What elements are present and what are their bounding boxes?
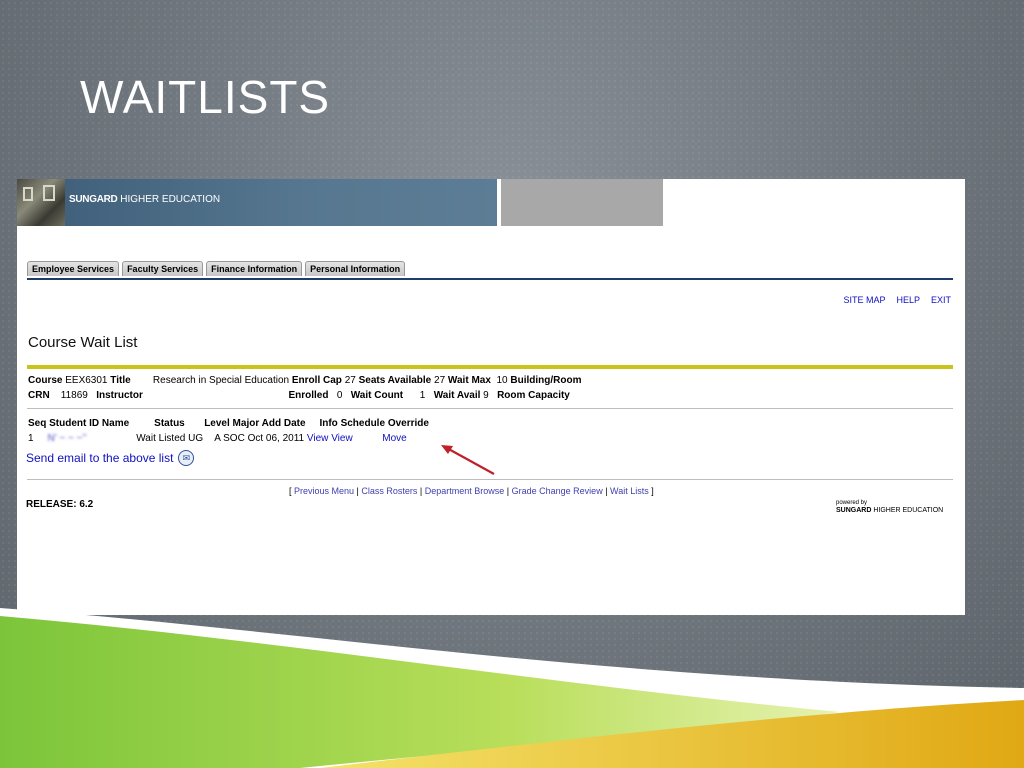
- header-gray-block: [501, 179, 663, 226]
- building-room-label: Building/Room: [510, 375, 582, 386]
- enroll-cap-label: Enroll Cap: [291, 375, 342, 386]
- title-value: Research in Special Education: [152, 375, 290, 386]
- email-icon[interactable]: ✉: [178, 450, 195, 466]
- footer-divider: [27, 479, 953, 480]
- course-value: EEX6301: [65, 375, 108, 386]
- seats-available-value: 27: [434, 375, 446, 386]
- send-email-link[interactable]: Send email to the above list ✉: [26, 450, 195, 466]
- screenshot-panel: SUNGARD HIGHER EDUCATION Employee Servic…: [17, 179, 965, 615]
- enroll-cap-value: 27: [344, 375, 356, 386]
- col-major: Major: [232, 418, 260, 429]
- wait-avail-label: Wait Avail: [433, 390, 481, 401]
- instructor-label: Instructor: [96, 390, 143, 401]
- course-info-row-2: CRN 11869 Instructor Enrolled 0 Wait Cou…: [28, 388, 581, 403]
- decorative-swoosh: [0, 608, 1024, 768]
- row-level: UG: [188, 433, 204, 444]
- room-capacity-label: Room Capacity: [497, 390, 570, 401]
- student-id-link[interactable]: N’ ~ ~ ~’’: [47, 433, 86, 444]
- col-override: Override: [387, 418, 429, 429]
- section-divider: [27, 408, 953, 409]
- table-row: 1 N’ ~ ~ ~’’ Wait Listed UG A SOC Oct 06…: [28, 433, 407, 444]
- move-link[interactable]: Move: [382, 433, 406, 444]
- col-add-date: Add Date: [261, 418, 306, 429]
- exit-link[interactable]: EXIT: [931, 295, 951, 305]
- grade-change-review-link[interactable]: Grade Change Review: [512, 486, 603, 496]
- row-major: A SOC: [214, 433, 245, 444]
- info-view-link[interactable]: View: [307, 433, 329, 444]
- col-seq: Seq: [28, 418, 47, 429]
- waitlist-header: Seq Student ID Name Status Level Major A…: [28, 418, 429, 429]
- crn-label: CRN: [28, 390, 50, 401]
- send-email-label: Send email to the above list: [26, 451, 174, 465]
- col-name: Name: [101, 418, 130, 429]
- header-banner: SUNGARD HIGHER EDUCATION: [17, 179, 497, 226]
- sungard-logo: SUNGARD HIGHER EDUCATION: [69, 194, 221, 205]
- campus-photo: [17, 179, 65, 226]
- course-info-row-1: Course EEX6301 Title Research in Special…: [28, 373, 581, 388]
- wait-avail-value: 9: [483, 390, 489, 401]
- seats-available-label: Seats Available: [358, 375, 432, 386]
- utility-links: SITE MAP HELP EXIT: [843, 295, 951, 305]
- help-link[interactable]: HELP: [896, 295, 920, 305]
- heading-divider: [27, 365, 953, 369]
- col-status: Status: [154, 418, 185, 429]
- tab-finance-information[interactable]: Finance Information: [206, 261, 303, 276]
- wait-count-label: Wait Count: [350, 390, 404, 401]
- row-add-date: Oct 06, 2011: [247, 433, 305, 444]
- footer-nav: [ Previous Menu | Class Rosters | Depart…: [289, 486, 654, 496]
- site-map-link[interactable]: SITE MAP: [843, 295, 885, 305]
- powered-suffix: HIGHER EDUCATION: [873, 507, 944, 514]
- col-level: Level: [204, 418, 230, 429]
- row-seq: 1: [28, 433, 34, 444]
- main-tabs: Employee Services Faculty Services Finan…: [27, 261, 406, 276]
- slide-title: WAITLISTS: [80, 71, 331, 123]
- wait-max-label: Wait Max: [447, 375, 491, 386]
- col-student-id: Student ID: [49, 418, 100, 429]
- wait-count-value: 1: [419, 390, 426, 401]
- release-version: RELEASE: 6.2: [26, 499, 94, 510]
- department-browse-link[interactable]: Department Browse: [425, 486, 505, 496]
- wait-max-value: 10: [496, 375, 508, 386]
- course-label: Course: [28, 375, 63, 386]
- wait-lists-link[interactable]: Wait Lists: [610, 486, 649, 496]
- powered-brand: SUNGARD: [836, 507, 872, 514]
- schedule-view-link[interactable]: View: [331, 433, 353, 444]
- tab-divider: [27, 278, 953, 280]
- col-schedule: Schedule: [340, 418, 386, 429]
- row-status: Wait Listed: [136, 433, 186, 444]
- enrolled-label: Enrolled: [288, 390, 329, 401]
- title-label: Title: [110, 375, 131, 386]
- powered-by-logo: powered by SUNGARD HIGHER EDUCATION: [836, 499, 943, 515]
- enrolled-value: 0: [336, 390, 343, 401]
- tab-personal-information[interactable]: Personal Information: [305, 261, 406, 276]
- powered-by-text: powered by: [836, 500, 868, 506]
- annotation-arrow-icon: [441, 445, 495, 475]
- tab-employee-services[interactable]: Employee Services: [27, 261, 120, 276]
- previous-menu-link[interactable]: Previous Menu: [294, 486, 354, 496]
- page-title: Course Wait List: [28, 334, 138, 351]
- tab-faculty-services[interactable]: Faculty Services: [122, 261, 204, 276]
- class-rosters-link[interactable]: Class Rosters: [361, 486, 417, 496]
- crn-value: 11869: [60, 390, 88, 401]
- course-info: Course EEX6301 Title Research in Special…: [28, 373, 581, 403]
- col-info: Info: [319, 418, 338, 429]
